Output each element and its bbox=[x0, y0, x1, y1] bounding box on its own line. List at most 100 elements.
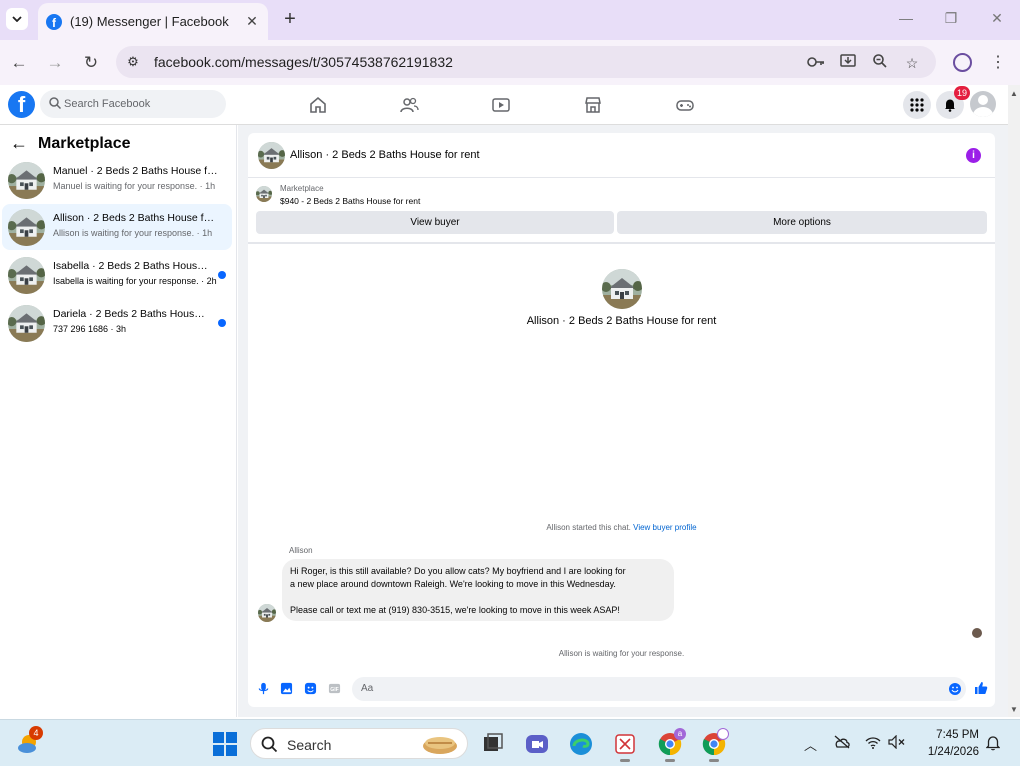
chat-header-avatar[interactable] bbox=[258, 142, 285, 169]
contact-profile-name: Allison · 2 Beds 2 Baths House for rent bbox=[526, 315, 717, 327]
grid-icon bbox=[910, 98, 924, 112]
task-view-icon[interactable] bbox=[480, 731, 506, 757]
microphone-icon[interactable] bbox=[257, 682, 270, 695]
gaming-icon[interactable] bbox=[675, 95, 695, 115]
menu-grid-button[interactable] bbox=[903, 91, 931, 119]
sender-avatar[interactable] bbox=[258, 604, 276, 622]
message-composer: GIF Aa bbox=[248, 675, 995, 703]
conversation-item-isabella[interactable]: Isabella · 2 Beds 2 Baths House for rent… bbox=[2, 252, 232, 298]
close-window-button[interactable]: ✕ bbox=[987, 10, 1007, 27]
photo-icon[interactable] bbox=[280, 682, 293, 695]
password-key-icon[interactable] bbox=[806, 53, 826, 73]
new-tab-button[interactable]: + bbox=[279, 8, 301, 30]
notification-count-badge: 19 bbox=[954, 86, 971, 100]
teams-meet-icon[interactable] bbox=[524, 731, 550, 757]
search-icon bbox=[49, 97, 62, 110]
thumbs-up-icon[interactable] bbox=[974, 681, 988, 695]
listing-label: Marketplace bbox=[280, 184, 324, 193]
contact-profile-avatar[interactable] bbox=[602, 269, 642, 309]
marketplace-icon[interactable] bbox=[583, 95, 603, 115]
account-avatar[interactable] bbox=[970, 91, 996, 117]
notification-center-icon[interactable] bbox=[986, 735, 1000, 751]
edge-browser-icon[interactable] bbox=[568, 731, 594, 757]
unread-dot bbox=[218, 319, 226, 327]
snipping-tool-icon[interactable] bbox=[612, 731, 638, 757]
seen-receipt-avatar bbox=[972, 628, 982, 638]
view-buyer-button[interactable]: View buyer bbox=[256, 211, 614, 234]
conversation-name: Allison · 2 Beds 2 Baths House for rent bbox=[53, 212, 218, 224]
message-line: Please call or text me at (919) 830-3515… bbox=[290, 605, 620, 615]
zoom-icon[interactable] bbox=[870, 53, 890, 73]
conversation-item-allison[interactable]: Allison · 2 Beds 2 Baths House for rent … bbox=[2, 204, 232, 250]
listing-thumbnail bbox=[256, 186, 272, 202]
svg-text:GIF: GIF bbox=[330, 687, 339, 693]
browser-profile-icon[interactable] bbox=[953, 53, 972, 72]
weather-alert-badge: 4 bbox=[29, 726, 43, 740]
scroll-up-icon[interactable]: ▲ bbox=[1010, 89, 1018, 98]
listing-price[interactable]: $940 - 2 Beds 2 Baths House for rent bbox=[280, 196, 420, 206]
message-sender-name: Allison bbox=[289, 546, 313, 555]
site-settings-icon[interactable]: ⚙ bbox=[124, 53, 142, 71]
waiting-status: Allison is waiting for your response. bbox=[558, 649, 685, 658]
message-input-placeholder: Aa bbox=[361, 683, 374, 694]
conversation-name: Manuel · 2 Beds 2 Baths House for rent bbox=[53, 165, 218, 177]
emoji-icon[interactable] bbox=[948, 682, 962, 696]
conversation-item-dariela[interactable]: Dariela · 2 Beds 2 Baths House for rent … bbox=[2, 300, 232, 346]
view-buyer-profile-link[interactable]: View buyer profile bbox=[633, 523, 696, 532]
back-arrow-icon[interactable]: ← bbox=[10, 133, 28, 154]
restore-button[interactable]: ❐ bbox=[941, 10, 961, 27]
more-options-button[interactable]: More options bbox=[617, 211, 987, 234]
conversation-preview: Allison is waiting for your response. · … bbox=[53, 228, 213, 238]
conversation-item-manuel[interactable]: Manuel · 2 Beds 2 Baths House for rent M… bbox=[2, 157, 232, 203]
friends-icon[interactable] bbox=[399, 95, 419, 115]
message-bubble[interactable]: Hi Roger, is this still available? Do yo… bbox=[282, 559, 674, 621]
taskbar-search-input[interactable]: Search bbox=[250, 728, 468, 759]
chat-header-name[interactable]: Allison · 2 Beds 2 Baths House for rent bbox=[290, 149, 480, 161]
browser-titlebar: f (19) Messenger | Facebook ✕ + — ❐ ✕ bbox=[0, 0, 1020, 40]
conversation-info-icon[interactable]: i bbox=[966, 148, 981, 163]
marketplace-header: ← Marketplace bbox=[10, 133, 131, 154]
tab-close-icon[interactable]: ✕ bbox=[244, 13, 260, 30]
bookmark-star-icon[interactable]: ☆ bbox=[902, 53, 922, 73]
url-text[interactable]: facebook.com/messages/t/3057453876219183… bbox=[154, 54, 453, 70]
facebook-search-input[interactable]: Search Facebook bbox=[40, 90, 226, 118]
back-button[interactable]: ← bbox=[6, 50, 32, 76]
facebook-logo-icon[interactable]: f bbox=[8, 91, 35, 118]
watch-video-icon[interactable] bbox=[491, 95, 511, 115]
chrome-profile-badge: a bbox=[674, 728, 686, 740]
conversation-avatar bbox=[8, 257, 45, 294]
browser-toolbar: ← → ↻ ⚙ facebook.com/messages/t/30574538… bbox=[0, 40, 1020, 85]
message-line: a new place around downtown Raleigh. We'… bbox=[290, 579, 616, 589]
sticker-icon[interactable] bbox=[304, 682, 317, 695]
onedrive-offline-icon[interactable] bbox=[833, 735, 851, 749]
tab-title: (19) Messenger | Facebook bbox=[70, 14, 229, 29]
wifi-icon[interactable] bbox=[865, 737, 881, 749]
minimize-button[interactable]: — bbox=[896, 10, 916, 26]
taskbar-clock-date[interactable]: 1/24/2026 bbox=[915, 746, 979, 758]
search-placeholder: Search Facebook bbox=[64, 98, 151, 110]
browser-menu-icon[interactable]: ⋮ bbox=[990, 52, 1006, 72]
volume-muted-icon[interactable] bbox=[888, 735, 906, 749]
facebook-header: f Search Facebook 19 bbox=[0, 85, 1008, 125]
active-app-indicator bbox=[665, 759, 675, 762]
search-icon bbox=[261, 736, 278, 753]
browser-tab-messenger[interactable]: f (19) Messenger | Facebook ✕ bbox=[38, 3, 268, 40]
chat-header: Allison · 2 Beds 2 Baths House for rent … bbox=[248, 133, 995, 178]
home-icon[interactable] bbox=[308, 95, 328, 115]
conversation-avatar bbox=[8, 209, 45, 246]
conversation-name: Isabella · 2 Beds 2 Baths House for rent bbox=[53, 260, 208, 272]
install-app-icon[interactable] bbox=[838, 53, 858, 73]
scroll-down-icon[interactable]: ▼ bbox=[1010, 705, 1018, 714]
gif-icon[interactable]: GIF bbox=[328, 682, 341, 695]
reload-button[interactable]: ↻ bbox=[78, 50, 104, 76]
taskbar-clock-time[interactable]: 7:45 PM bbox=[915, 729, 979, 741]
chat-started-notice: Allison started this chat. View buyer pr… bbox=[248, 523, 995, 532]
marketplace-title: Marketplace bbox=[38, 134, 131, 152]
page-scrollbar[interactable]: ▲ ▼ bbox=[1008, 85, 1020, 717]
tab-search-button[interactable] bbox=[6, 8, 28, 30]
address-bar[interactable]: ⚙ facebook.com/messages/t/30574538762191… bbox=[116, 46, 936, 78]
message-input[interactable]: Aa bbox=[352, 677, 966, 701]
forward-button[interactable]: → bbox=[42, 50, 68, 76]
windows-start-icon[interactable] bbox=[212, 731, 238, 757]
show-hidden-icons-icon[interactable]: ︿ bbox=[804, 735, 817, 754]
